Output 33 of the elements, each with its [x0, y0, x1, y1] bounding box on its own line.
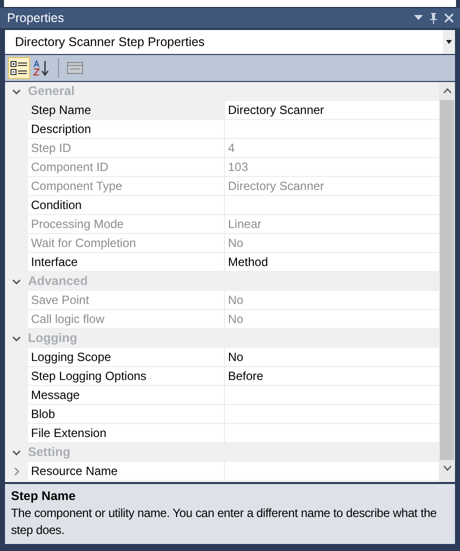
chevron-down-icon[interactable] — [12, 88, 21, 94]
caret-icon — [446, 40, 452, 44]
scrollbar-thumb[interactable] — [440, 100, 454, 460]
categorized-icon[interactable] — [8, 57, 30, 79]
property-name[interactable]: Step Logging Options — [28, 367, 225, 386]
property-value[interactable]: No — [225, 348, 439, 367]
chevron-down-icon[interactable] — [12, 336, 21, 342]
property-name[interactable]: Logging Scope — [28, 348, 225, 367]
category-header[interactable]: General — [28, 82, 75, 101]
scrollbar[interactable] — [439, 82, 455, 482]
pin-icon[interactable] — [429, 12, 438, 24]
object-selector[interactable]: Directory Scanner Step Properties — [5, 30, 455, 54]
chevron-down-icon[interactable] — [12, 278, 21, 284]
description-text: The component or utility name. You can enter a different name to describe what the step does. — [11, 505, 438, 539]
property-name[interactable]: Resource Name — [28, 462, 225, 481]
property-name[interactable]: Condition — [28, 196, 225, 215]
chevron-down-icon[interactable] — [12, 450, 21, 456]
property-name[interactable]: Message — [28, 386, 225, 405]
category-header[interactable]: Logging — [28, 329, 78, 348]
property-value[interactable]: Method — [225, 253, 439, 272]
property-name[interactable]: Blob — [28, 405, 225, 424]
category-header[interactable]: Advanced — [28, 272, 88, 291]
property-name[interactable]: Interface — [28, 253, 225, 272]
close-icon[interactable] — [444, 13, 454, 23]
category-header[interactable]: Setting — [28, 443, 70, 462]
property-name[interactable]: File Extension — [28, 424, 225, 443]
dropdown-icon[interactable] — [414, 15, 423, 21]
panel-title: Properties — [7, 10, 65, 27]
description-title: Step Name — [11, 488, 77, 505]
property-value[interactable]: Directory Scanner — [225, 101, 439, 120]
property-name[interactable]: Description — [28, 120, 225, 139]
property-name[interactable]: Step Name — [28, 101, 225, 120]
property-value[interactable]: Before — [225, 367, 439, 386]
